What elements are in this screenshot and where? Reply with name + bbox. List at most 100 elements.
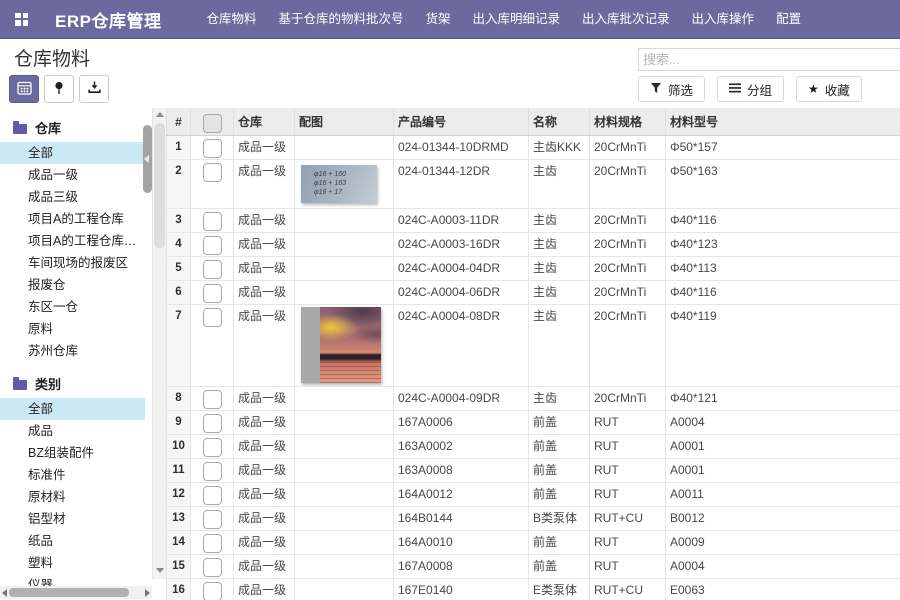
search-input[interactable] (639, 49, 900, 70)
vertical-scrollbar[interactable] (152, 108, 167, 579)
cell-image (295, 531, 394, 555)
table-row[interactable]: 8成品一级024C-A0004-09DR主齿20CrMnTiΦ40*121 (167, 387, 900, 411)
table-row[interactable]: 3成品一级024C-A0003-11DR主齿20CrMnTiΦ40*116 (167, 209, 900, 233)
nav-item[interactable]: 货架 (415, 0, 462, 38)
sidebar-item[interactable]: 标准件 (0, 464, 145, 486)
table-row[interactable]: 4成品一级024C-A0003-16DR主齿20CrMnTiΦ40*123 (167, 233, 900, 257)
sidebar-item[interactable]: 纸品 (0, 530, 145, 552)
sidebar-item[interactable]: 成品三级 (0, 186, 145, 208)
sidebar-collapse-arrow-icon[interactable] (144, 155, 149, 163)
sidebar-item[interactable]: 原料 (0, 318, 145, 340)
cell-material-spec: 20CrMnTi (590, 281, 666, 305)
cell-image (295, 387, 394, 411)
column-header-checkbox (191, 108, 234, 136)
nav-item[interactable]: 仓库物料 (195, 0, 267, 38)
download-icon (88, 81, 101, 97)
table-body: 1成品一级024-01344-10DRMD主齿KKK20CrMnTiΦ50*15… (167, 136, 900, 600)
row-checkbox[interactable] (203, 236, 222, 255)
sidebar-item[interactable]: 东区一仓 (0, 296, 145, 318)
sidebar-item[interactable]: BZ组装配件 (0, 442, 145, 464)
table-row[interactable]: 14成品一级164A0010前盖RUTA0009 (167, 531, 900, 555)
row-checkbox[interactable] (203, 284, 222, 303)
horizontal-scrollbar[interactable] (0, 586, 152, 599)
row-checkbox-cell (191, 435, 234, 459)
row-checkbox[interactable] (203, 308, 222, 327)
scroll-down-icon[interactable] (156, 568, 164, 573)
table-row[interactable]: 13成品一级164B0144B类泵体RUT+CUB0012 (167, 507, 900, 531)
scroll-up-icon[interactable] (156, 112, 164, 117)
row-checkbox[interactable] (203, 414, 222, 433)
sidebar-item[interactable]: 仪器 (0, 574, 145, 586)
cell-material-spec: 20CrMnTi (590, 233, 666, 257)
cell-product-code: 024C-A0004-04DR (394, 257, 529, 281)
sidebar-item[interactable]: 项目A的工程仓库 (0, 208, 145, 230)
sidebar-item[interactable]: 全部 (0, 142, 145, 164)
column-header[interactable]: 产品编号 (394, 108, 529, 136)
column-header[interactable]: 名称 (529, 108, 590, 136)
sidebar-item[interactable]: 全部 (0, 398, 145, 420)
table-row[interactable]: 12成品一级164A0012前盖RUTA0011 (167, 483, 900, 507)
favorites-button[interactable]: ★ 收藏 (796, 76, 862, 102)
nav-item[interactable]: 基于仓库的物料批次号 (267, 0, 414, 38)
column-header[interactable]: 材料型号 (666, 108, 900, 136)
cell-material-model: A0004 (666, 411, 900, 435)
vertical-scrollbar-thumb[interactable] (154, 123, 165, 248)
table-row[interactable]: 5成品一级024C-A0004-04DR主齿20CrMnTiΦ40*113 (167, 257, 900, 281)
list-view-button[interactable] (9, 75, 39, 103)
sidebar-item[interactable]: 报废仓 (0, 274, 145, 296)
filter-button[interactable]: 筛选 (638, 76, 705, 102)
row-checkbox[interactable] (203, 558, 222, 577)
row-checkbox[interactable] (203, 534, 222, 553)
row-checkbox[interactable] (203, 486, 222, 505)
table-row[interactable]: 2成品一级φ16 + 160φ16 + 163φ16 + 17024-01344… (167, 160, 900, 209)
horizontal-scrollbar-thumb[interactable] (9, 588, 129, 597)
row-checkbox-cell (191, 459, 234, 483)
group-by-button[interactable]: 分组 (717, 76, 784, 102)
page-title: 仓库物料 (14, 44, 90, 71)
row-checkbox[interactable] (203, 390, 222, 409)
row-checkbox[interactable] (203, 582, 222, 600)
column-header[interactable]: 配图 (295, 108, 394, 136)
cell-warehouse: 成品一级 (234, 531, 295, 555)
pin-view-button[interactable] (44, 75, 74, 103)
app-title[interactable]: ERP仓库管理 (55, 7, 161, 32)
sidebar-item[interactable]: 铝型材 (0, 508, 145, 530)
sidebar-item[interactable]: 车间现场的报废区 (0, 252, 145, 274)
nav-item[interactable]: 配置 (765, 0, 812, 38)
cell-product-code: 024-01344-12DR (394, 160, 529, 209)
sidebar-item[interactable]: 塑料 (0, 552, 145, 574)
cell-product-code: 167A0008 (394, 555, 529, 579)
scroll-right-icon[interactable] (145, 589, 150, 597)
sidebar-item[interactable]: 项目A的工程仓库临... (0, 230, 145, 252)
row-checkbox[interactable] (203, 139, 222, 158)
table-row[interactable]: 7成品一级024C-A0004-08DR主齿20CrMnTiΦ40*119 (167, 305, 900, 387)
nav-item[interactable]: 出入库批次记录 (571, 0, 681, 38)
row-checkbox[interactable] (203, 163, 222, 182)
table-row[interactable]: 11成品一级163A0008前盖RUTA0001 (167, 459, 900, 483)
table-row[interactable]: 1成品一级024-01344-10DRMD主齿KKK20CrMnTiΦ50*15… (167, 136, 900, 160)
nav-item[interactable]: 出入库操作 (681, 0, 766, 38)
column-header[interactable]: 仓库 (234, 108, 295, 136)
row-checkbox[interactable] (203, 510, 222, 529)
row-checkbox[interactable] (203, 212, 222, 231)
row-checkbox[interactable] (203, 260, 222, 279)
select-all-checkbox[interactable] (203, 114, 222, 133)
sidebar-item[interactable]: 成品 (0, 420, 145, 442)
nav-item[interactable]: 出入库明细记录 (462, 0, 572, 38)
export-button[interactable] (79, 75, 109, 103)
table-row[interactable]: 6成品一级024C-A0004-06DR主齿20CrMnTiΦ40*116 (167, 281, 900, 305)
table-row[interactable]: 9成品一级167A0006前盖RUTA0004 (167, 411, 900, 435)
sidebar-item[interactable]: 苏州仓库 (0, 340, 145, 362)
table-row[interactable]: 15成品一级167A0008前盖RUTA0004 (167, 555, 900, 579)
calendar-grid-icon (17, 81, 32, 98)
row-checkbox[interactable] (203, 462, 222, 481)
table-row[interactable]: 16成品一级167E0140E类泵体RUT+CUE0063 (167, 579, 900, 600)
row-index: 1 (167, 136, 191, 160)
row-checkbox[interactable] (203, 438, 222, 457)
sidebar-item[interactable]: 原材料 (0, 486, 145, 508)
apps-grid-icon[interactable] (15, 13, 28, 26)
column-header[interactable]: 材料规格 (590, 108, 666, 136)
scroll-left-icon[interactable] (2, 589, 7, 597)
table-row[interactable]: 10成品一级163A0002前盖RUTA0001 (167, 435, 900, 459)
sidebar-item[interactable]: 成品一级 (0, 164, 145, 186)
